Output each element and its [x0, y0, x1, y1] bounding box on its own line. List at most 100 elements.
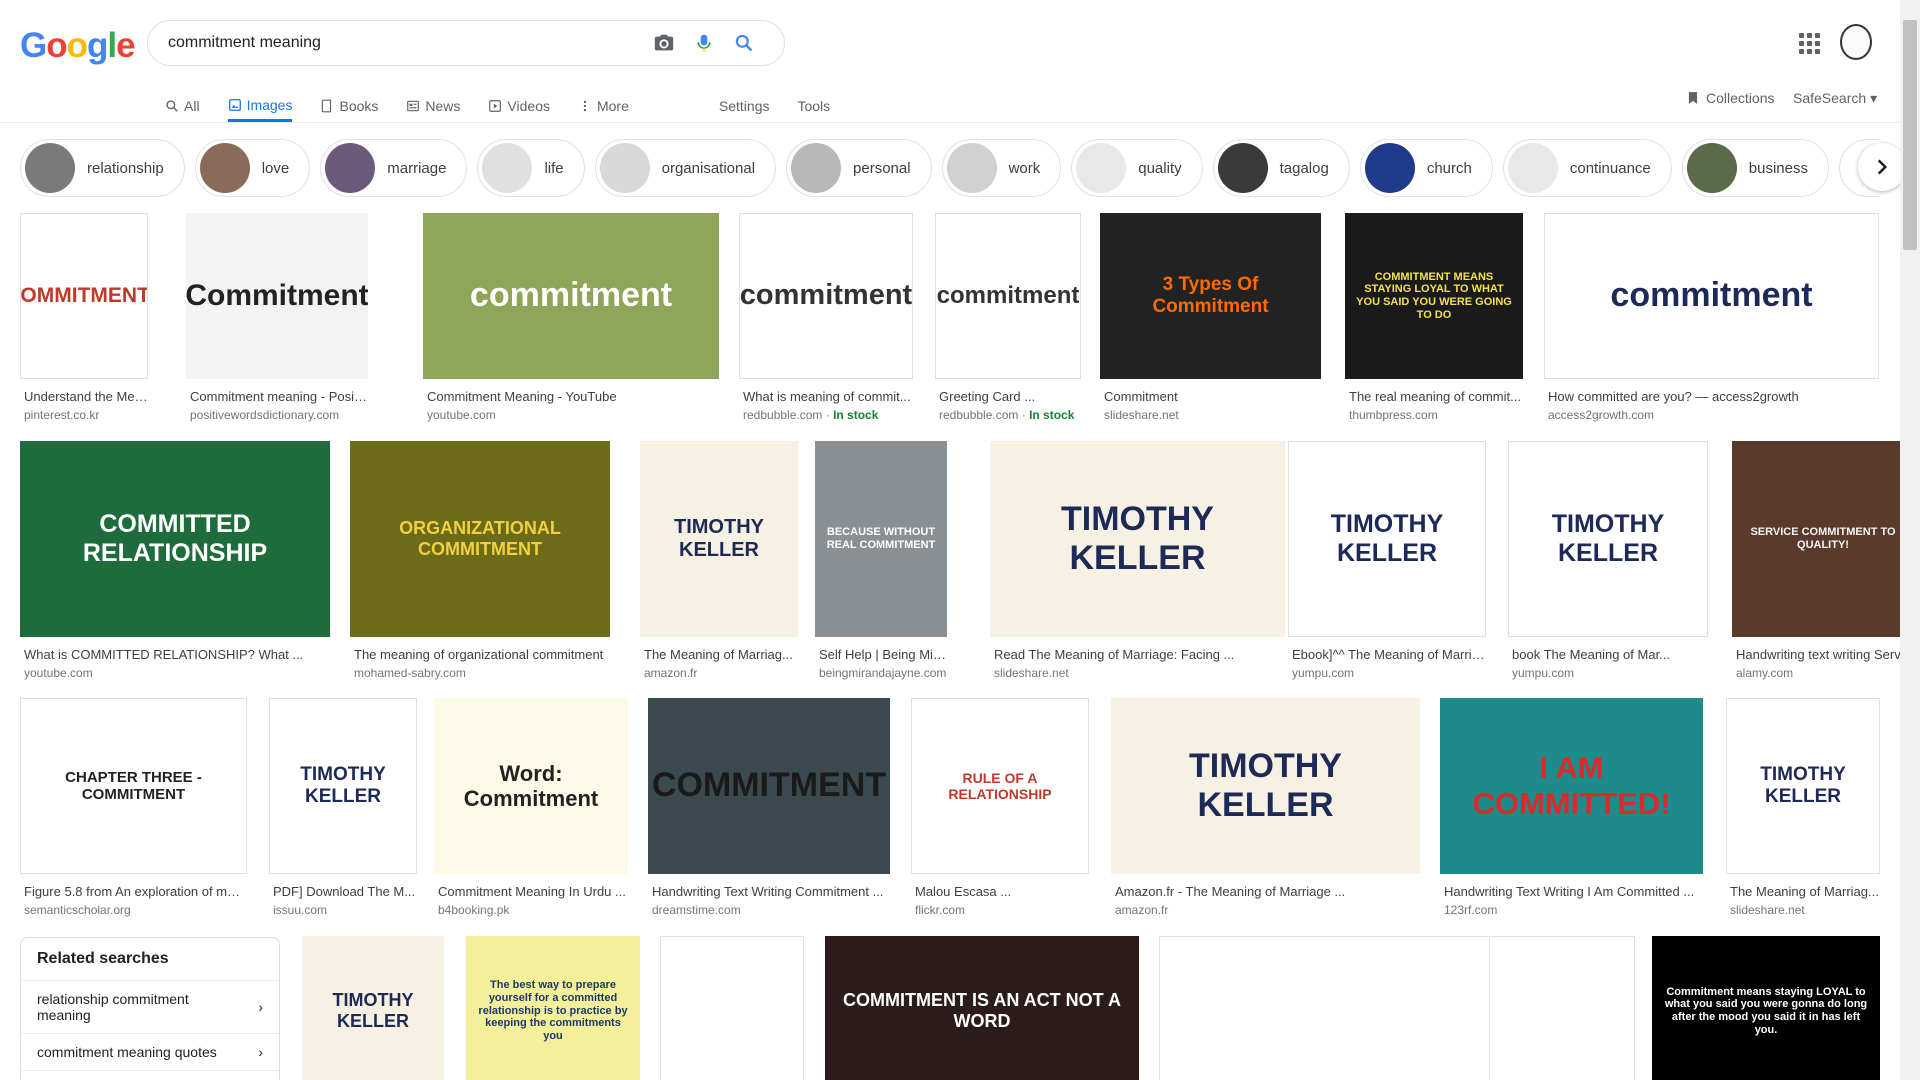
- chip-life[interactable]: life: [477, 139, 585, 197]
- image-title[interactable]: Understand the Meani...: [20, 389, 148, 404]
- image-title[interactable]: What is meaning of commit...: [739, 389, 913, 404]
- image-result[interactable]: TIMOTHY KELLER The Meaning of Marriag... s…: [1726, 698, 1880, 917]
- image-thumbnail[interactable]: TIMOTHY KELLER: [640, 441, 798, 637]
- image-thumbnail[interactable]: TIMOTHY KELLER: [302, 936, 444, 1080]
- image-result[interactable]: COMMITMENT Handwriting Text Writing Commi…: [648, 698, 890, 917]
- image-title[interactable]: Ebook]^^ The Meaning of Marria...: [1288, 647, 1486, 662]
- image-title[interactable]: The real meaning of commit...: [1345, 389, 1523, 404]
- image-title[interactable]: Commitment Meaning In Urdu ...: [434, 884, 628, 899]
- image-title[interactable]: Handwriting Text Writing Commitment ...: [648, 884, 890, 899]
- image-result[interactable]: TIMOTHY KELLER Read The Meaning of Marria…: [990, 441, 1285, 680]
- image-title[interactable]: Commitment: [1100, 389, 1321, 404]
- microphone-icon[interactable]: [684, 23, 724, 63]
- chips-next-button[interactable]: [1858, 143, 1906, 191]
- image-title[interactable]: Commitment Meaning - YouTube: [423, 389, 719, 404]
- image-thumbnail[interactable]: Commitment: [186, 213, 368, 379]
- account-avatar[interactable]: [1840, 24, 1872, 60]
- page-scrollbar[interactable]: [1900, 0, 1920, 1080]
- image-thumbnail[interactable]: [1489, 936, 1635, 1080]
- image-title[interactable]: Handwriting text writing Servic...: [1732, 647, 1914, 662]
- image-result[interactable]: COMMITMENT IS AN ACT NOT A WORD: [825, 936, 1139, 1080]
- image-title[interactable]: The meaning of organizational commitment: [350, 647, 610, 662]
- google-logo[interactable]: Google: [20, 26, 136, 66]
- image-result[interactable]: TIMOTHY KELLER The Meaning of Marriag... a…: [640, 441, 798, 680]
- image-thumbnail[interactable]: Commitment means staying LOYAL to what y…: [1652, 936, 1880, 1080]
- image-thumbnail[interactable]: COMMITMENT?: [20, 213, 148, 379]
- image-thumbnail[interactable]: TIMOTHY KELLER: [1726, 698, 1880, 874]
- chip-marriage[interactable]: marriage: [320, 139, 468, 197]
- image-thumbnail[interactable]: CHAPTER THREE - COMMITMENT: [20, 698, 247, 874]
- image-title[interactable]: Self Help | Being Mirand...: [815, 647, 947, 662]
- image-thumbnail[interactable]: commitment: [423, 213, 719, 379]
- chip-business[interactable]: business: [1681, 139, 1829, 197]
- image-result[interactable]: TIMOTHY KELLER Ebook]^^ The Meaning of Ma…: [1288, 441, 1486, 680]
- image-thumbnail[interactable]: commitment: [739, 213, 913, 379]
- google-apps-icon[interactable]: [1796, 30, 1820, 54]
- image-title[interactable]: PDF] Download The M...: [269, 884, 417, 899]
- image-result[interactable]: The best way to prepare yourself for a c…: [466, 936, 640, 1080]
- image-thumbnail[interactable]: Word: Commitment: [434, 698, 628, 874]
- tab-more[interactable]: More: [578, 88, 629, 122]
- chip-quality[interactable]: quality: [1071, 139, 1203, 197]
- image-result[interactable]: [660, 936, 804, 1080]
- tab-videos[interactable]: Videos: [488, 88, 550, 122]
- chip-tagalog[interactable]: tagalog: [1212, 139, 1350, 197]
- image-thumbnail[interactable]: BECAUSE WITHOUT REAL COMMITMENT: [815, 441, 947, 637]
- image-title[interactable]: The Meaning of Marriag...: [640, 647, 798, 662]
- search-input[interactable]: [168, 34, 644, 52]
- image-result[interactable]: [1489, 936, 1635, 1080]
- image-thumbnail[interactable]: TIMOTHY KELLER: [1508, 441, 1708, 637]
- related-search-item[interactable]: relationship commitment meaning ›: [21, 981, 279, 1034]
- tools-link[interactable]: Tools: [797, 88, 830, 122]
- image-result[interactable]: Commitment Commitment meaning - Positive …: [186, 213, 368, 422]
- image-thumbnail[interactable]: [1159, 936, 1495, 1080]
- image-title[interactable]: The Meaning of Marriag...: [1726, 884, 1880, 899]
- image-result[interactable]: I AM COMMITTED! Handwriting Text Writing …: [1440, 698, 1703, 917]
- image-result[interactable]: ORGANIZATIONAL COMMITMENT The meaning of …: [350, 441, 610, 680]
- image-result[interactable]: commitment Greeting Card ... redbubble.com…: [935, 213, 1081, 422]
- image-thumbnail[interactable]: RULE OF A RELATIONSHIP: [911, 698, 1089, 874]
- collections-link[interactable]: Collections: [1686, 90, 1774, 106]
- image-thumbnail[interactable]: COMMITMENT IS AN ACT NOT A WORD: [825, 936, 1139, 1080]
- image-result[interactable]: commitment Commitment Meaning - YouTube yo…: [423, 213, 719, 422]
- image-result[interactable]: TIMOTHY KELLER: [302, 936, 444, 1080]
- chip-organisational[interactable]: organisational: [594, 139, 777, 197]
- image-result[interactable]: COMMITMENT MEANS STAYING LOYAL TO WHAT Y…: [1345, 213, 1523, 422]
- image-title[interactable]: Read The Meaning of Marriage: Facing ...: [990, 647, 1285, 662]
- chip-continuance[interactable]: continuance: [1502, 139, 1672, 197]
- tab-all[interactable]: All: [165, 88, 200, 122]
- image-thumbnail[interactable]: I AM COMMITTED!: [1440, 698, 1703, 874]
- camera-icon[interactable]: [644, 23, 684, 63]
- settings-link[interactable]: Settings: [719, 88, 770, 122]
- image-result[interactable]: commitment How committed are you? — acces…: [1544, 213, 1879, 422]
- image-thumbnail[interactable]: SERVICE COMMITMENT TO QUALITY!: [1732, 441, 1914, 637]
- image-thumbnail[interactable]: TIMOTHY KELLER: [1111, 698, 1420, 874]
- chip-personal[interactable]: personal: [786, 139, 932, 197]
- image-title[interactable]: Greeting Card ...: [935, 389, 1081, 404]
- image-title[interactable]: book The Meaning of Mar...: [1508, 647, 1708, 662]
- safesearch-menu[interactable]: SafeSearch ▾: [1793, 90, 1877, 107]
- image-result[interactable]: Word: Commitment Commitment Meaning In Ur…: [434, 698, 628, 917]
- image-title[interactable]: Commitment meaning - Positive W...: [186, 389, 368, 404]
- image-thumbnail[interactable]: 3 Types Of Commitment: [1100, 213, 1321, 379]
- tab-images[interactable]: Images: [227, 88, 293, 122]
- image-title[interactable]: How committed are you? — access2growth: [1544, 389, 1879, 404]
- image-thumbnail[interactable]: commitment: [935, 213, 1081, 379]
- image-result[interactable]: SERVICE COMMITMENT TO QUALITY! Handwritin…: [1732, 441, 1914, 680]
- image-title[interactable]: What is COMMITTED RELATIONSHIP? What ...: [20, 647, 330, 662]
- image-thumbnail[interactable]: ORGANIZATIONAL COMMITMENT: [350, 441, 610, 637]
- tab-news[interactable]: News: [406, 88, 460, 122]
- tab-books[interactable]: Books: [320, 88, 378, 122]
- image-thumbnail[interactable]: The best way to prepare yourself for a c…: [466, 936, 640, 1080]
- image-result[interactable]: COMMITMENT? Understand the Meani... pinter…: [20, 213, 148, 422]
- image-result[interactable]: TIMOTHY KELLER book The Meaning of Mar...…: [1508, 441, 1708, 680]
- image-thumbnail[interactable]: TIMOTHY KELLER: [269, 698, 417, 874]
- image-title[interactable]: Amazon.fr - The Meaning of Marriage ...: [1111, 884, 1420, 899]
- image-title[interactable]: Figure 5.8 from An exploration of mal...: [20, 884, 247, 899]
- image-result[interactable]: 3 Types Of Commitment Commitment slideshar…: [1100, 213, 1321, 422]
- image-title[interactable]: Malou Escasa ...: [911, 884, 1089, 899]
- image-result[interactable]: CHAPTER THREE - COMMITMENT Figure 5.8 fro…: [20, 698, 247, 917]
- image-thumbnail[interactable]: TIMOTHY KELLER: [1288, 441, 1486, 637]
- search-icon[interactable]: [724, 23, 764, 63]
- image-thumbnail[interactable]: COMMITMENT MEANS STAYING LOYAL TO WHAT Y…: [1345, 213, 1523, 379]
